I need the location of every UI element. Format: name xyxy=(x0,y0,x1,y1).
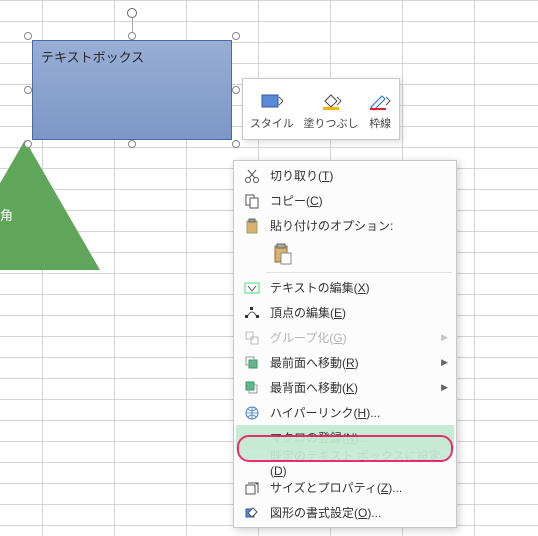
triangle-shape[interactable] xyxy=(0,140,100,270)
menu-set-default-label: 既定のテキスト ボックスに設定(D) xyxy=(264,447,448,478)
menu-edit-text[interactable]: テキストの編集(X) xyxy=(236,275,454,300)
menu-assign-macro-label: マクロの登録(N)... xyxy=(264,429,448,446)
menu-bring-front[interactable]: 最前面へ移動(R) ▶ xyxy=(236,350,454,375)
menu-edit-text-label: テキストの編集(X) xyxy=(264,279,448,296)
menu-size-props[interactable]: サイズとプロパティ(Z)... xyxy=(236,475,454,500)
bring-front-icon xyxy=(240,355,264,371)
menu-bring-front-label: 最前面へ移動(R) xyxy=(264,354,441,371)
menu-size-props-label: サイズとプロパティ(Z)... xyxy=(264,479,448,496)
mini-toolbar: スタイル 塗りつぶし 枠線 xyxy=(242,78,400,140)
paste-button[interactable] xyxy=(270,241,296,267)
edit-text-icon xyxy=(240,280,264,296)
copy-icon xyxy=(240,193,264,209)
group-icon xyxy=(240,330,264,346)
menu-paste-options-label: 貼り付けのオプション: xyxy=(264,217,448,234)
menu-cut-label: 切り取り(T) xyxy=(264,167,448,184)
menu-send-back[interactable]: 最背面へ移動(K) ▶ xyxy=(236,375,454,400)
hyperlink-icon xyxy=(240,405,264,421)
menu-set-default[interactable]: 既定のテキスト ボックスに設定(D) xyxy=(236,450,454,475)
menu-format-shape[interactable]: 図形の書式設定(O)... xyxy=(236,500,454,525)
style-button[interactable]: スタイル xyxy=(246,88,298,133)
size-props-icon xyxy=(240,480,264,496)
menu-hyperlink-label: ハイパーリンク(H)... xyxy=(264,404,448,421)
menu-edit-points-label: 頂点の編集(E) xyxy=(264,304,448,321)
menu-group: グループ化(G) ▶ xyxy=(236,325,454,350)
menu-paste-options: 貼り付けのオプション: xyxy=(236,213,454,238)
outline-button[interactable]: 枠線 xyxy=(364,88,396,133)
fill-icon xyxy=(319,90,343,112)
menu-hyperlink[interactable]: ハイパーリンク(H)... xyxy=(236,400,454,425)
context-menu: 切り取り(T) コピー(C) 貼り付けのオプション: テキストの編集(X) 頂点… xyxy=(233,160,457,528)
send-back-icon xyxy=(240,380,264,396)
edit-points-icon xyxy=(240,305,264,321)
textbox-text: テキストボックス xyxy=(41,50,144,65)
outline-icon xyxy=(368,90,392,112)
cut-icon xyxy=(240,168,264,184)
outline-label: 枠線 xyxy=(369,115,391,131)
style-label: スタイル xyxy=(250,115,294,131)
submenu-arrow-icon: ▶ xyxy=(441,332,448,343)
paste-options-row xyxy=(236,238,454,270)
format-shape-icon xyxy=(240,505,264,521)
menu-cut[interactable]: 切り取り(T) xyxy=(236,163,454,188)
textbox-shape[interactable]: テキストボックス xyxy=(32,40,232,140)
menu-format-shape-label: 図形の書式設定(O)... xyxy=(264,504,448,521)
separator xyxy=(266,272,452,273)
menu-send-back-label: 最背面へ移動(K) xyxy=(264,379,441,396)
style-icon xyxy=(260,90,284,112)
triangle-label: 角 xyxy=(0,205,13,224)
fill-label: 塗りつぶし xyxy=(303,115,358,131)
submenu-arrow-icon: ▶ xyxy=(441,357,448,368)
submenu-arrow-icon: ▶ xyxy=(441,382,448,393)
fill-button[interactable]: 塗りつぶし xyxy=(299,88,362,133)
menu-copy-label: コピー(C) xyxy=(264,192,448,209)
menu-edit-points[interactable]: 頂点の編集(E) xyxy=(236,300,454,325)
paste-icon xyxy=(240,218,264,234)
menu-copy[interactable]: コピー(C) xyxy=(236,188,454,213)
menu-group-label: グループ化(G) xyxy=(264,329,441,346)
